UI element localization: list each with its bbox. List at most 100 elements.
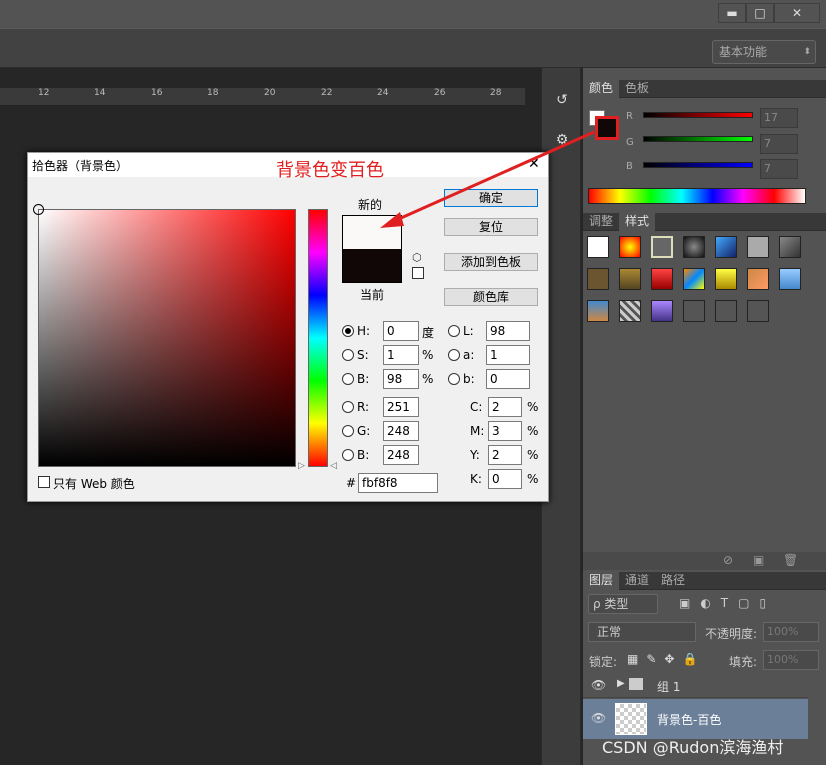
properties-icon[interactable]: ⚙ <box>552 132 572 152</box>
l-radio[interactable] <box>448 325 460 337</box>
new-color-preview <box>342 215 402 249</box>
h-radio[interactable] <box>342 325 354 337</box>
color-spectrum-bar[interactable] <box>588 188 806 204</box>
trash-icon[interactable]: 🗑 <box>783 553 798 567</box>
s-radio[interactable] <box>342 349 354 361</box>
style-none[interactable] <box>587 236 609 258</box>
b-radio[interactable] <box>342 449 354 461</box>
b-slider[interactable] <box>643 162 753 168</box>
style-swatch[interactable] <box>651 268 673 290</box>
lab-b-radio[interactable] <box>448 373 460 385</box>
style-swatch[interactable] <box>651 236 673 258</box>
tab-layers[interactable]: 图层 <box>583 572 620 590</box>
style-swatch[interactable] <box>683 268 705 290</box>
s-input[interactable]: 1 <box>383 345 419 365</box>
k-label: K: <box>470 472 482 486</box>
hue-handle-left-icon[interactable]: ▷ <box>298 461 305 471</box>
color-field[interactable] <box>33 204 296 467</box>
c-label: C: <box>470 400 483 414</box>
style-swatch[interactable] <box>747 236 769 258</box>
c-input[interactable]: 2 <box>488 397 522 417</box>
h-input[interactable]: 0 <box>383 321 419 341</box>
r-radio[interactable] <box>342 401 354 413</box>
tab-adjustments[interactable]: 调整 <box>583 213 619 231</box>
tab-swatches[interactable]: 色板 <box>619 80 655 98</box>
web-safe-swatch[interactable] <box>412 267 424 279</box>
k-input[interactable]: 0 <box>488 469 522 489</box>
new-style-icon[interactable]: ▣ <box>753 553 764 567</box>
hex-input[interactable]: fbf8f8 <box>358 473 438 493</box>
blend-mode-select[interactable]: 正常 <box>588 622 696 642</box>
background-swatch[interactable] <box>595 116 619 140</box>
fill-input[interactable]: 100% <box>763 650 819 670</box>
style-swatch[interactable] <box>619 300 641 322</box>
expand-icon[interactable]: ▶ <box>617 678 625 689</box>
layer-filter-select[interactable]: ρ 类型 <box>588 594 658 614</box>
style-swatch[interactable] <box>715 268 737 290</box>
r-value[interactable]: 17 <box>760 108 798 128</box>
current-color-preview[interactable] <box>342 249 402 283</box>
style-swatch[interactable] <box>683 300 705 322</box>
b-input[interactable]: 248 <box>383 445 419 465</box>
color-field-cursor[interactable] <box>33 204 44 215</box>
style-swatch[interactable] <box>619 268 641 290</box>
hue-handle-right-icon[interactable]: ◁ <box>330 461 337 471</box>
g-radio[interactable] <box>342 425 354 437</box>
tab-color[interactable]: 颜色 <box>583 80 620 98</box>
layer-filter-icons[interactable]: ▣◐T▢▯ <box>679 596 776 610</box>
style-swatch[interactable] <box>651 300 673 322</box>
g-value[interactable]: 7 <box>760 134 798 154</box>
style-swatch[interactable] <box>747 268 769 290</box>
brightness-input[interactable]: 98 <box>383 369 419 389</box>
b-value[interactable]: 7 <box>760 159 798 179</box>
layer-row-selected[interactable]: 👁 背景色-百色 <box>583 699 808 739</box>
style-swatch[interactable] <box>619 236 641 258</box>
add-to-swatches-button[interactable]: 添加到色板 <box>444 253 538 271</box>
clear-style-icon[interactable]: ⊘ <box>723 553 733 567</box>
style-swatch[interactable] <box>779 268 801 290</box>
m-unit: % <box>527 424 539 438</box>
workspace-select[interactable]: 基本功能 ⬍ <box>712 40 816 64</box>
style-swatch[interactable] <box>779 236 801 258</box>
r-slider[interactable] <box>643 112 753 118</box>
a-radio[interactable] <box>448 349 460 361</box>
m-label: M: <box>470 424 485 438</box>
style-swatch[interactable] <box>715 236 737 258</box>
a-input[interactable]: 1 <box>486 345 530 365</box>
cube-icon[interactable]: ⬡ <box>412 251 422 264</box>
tab-styles[interactable]: 样式 <box>619 213 656 231</box>
history-icon[interactable]: ↺ <box>552 92 572 112</box>
style-swatch[interactable] <box>587 300 609 322</box>
lock-icons[interactable]: ▦✎✥🔒 <box>627 652 705 666</box>
ok-button[interactable]: 确定 <box>444 189 538 207</box>
brightness-radio[interactable] <box>342 373 354 385</box>
eye-icon[interactable]: 👁 <box>591 711 606 725</box>
m-input[interactable]: 3 <box>488 421 522 441</box>
lab-b-input[interactable]: 0 <box>486 369 530 389</box>
opacity-label: 不透明度: <box>705 627 758 641</box>
layer-row[interactable]: 👁 ▶ 组 1 <box>583 674 808 698</box>
tab-paths[interactable]: 路径 <box>655 572 691 590</box>
style-swatch[interactable] <box>587 268 609 290</box>
color-libraries-button[interactable]: 颜色库 <box>444 288 538 306</box>
minimize-button[interactable]: ▬ <box>718 3 746 23</box>
style-swatch[interactable] <box>683 236 705 258</box>
opacity-input[interactable]: 100% <box>763 622 819 642</box>
hue-slider[interactable] <box>308 209 328 467</box>
web-only-checkbox[interactable] <box>38 476 50 488</box>
g-slider[interactable] <box>643 136 753 142</box>
reset-button[interactable]: 复位 <box>444 218 538 236</box>
y-input[interactable]: 2 <box>488 445 522 465</box>
eye-icon[interactable]: 👁 <box>591 678 606 692</box>
dialog-close-icon[interactable]: ✕ <box>528 156 540 172</box>
tab-channels[interactable]: 通道 <box>619 572 655 590</box>
g-label: G <box>626 137 634 148</box>
style-swatch[interactable] <box>747 300 769 322</box>
style-swatch[interactable] <box>715 300 737 322</box>
l-input[interactable]: 98 <box>486 321 530 341</box>
close-window-button[interactable]: ✕ <box>774 3 820 23</box>
maximize-button[interactable]: □ <box>746 3 774 23</box>
g-input[interactable]: 248 <box>383 421 419 441</box>
r-input[interactable]: 251 <box>383 397 419 417</box>
styles-footer: ⊘ ▣ 🗑 <box>583 552 826 570</box>
